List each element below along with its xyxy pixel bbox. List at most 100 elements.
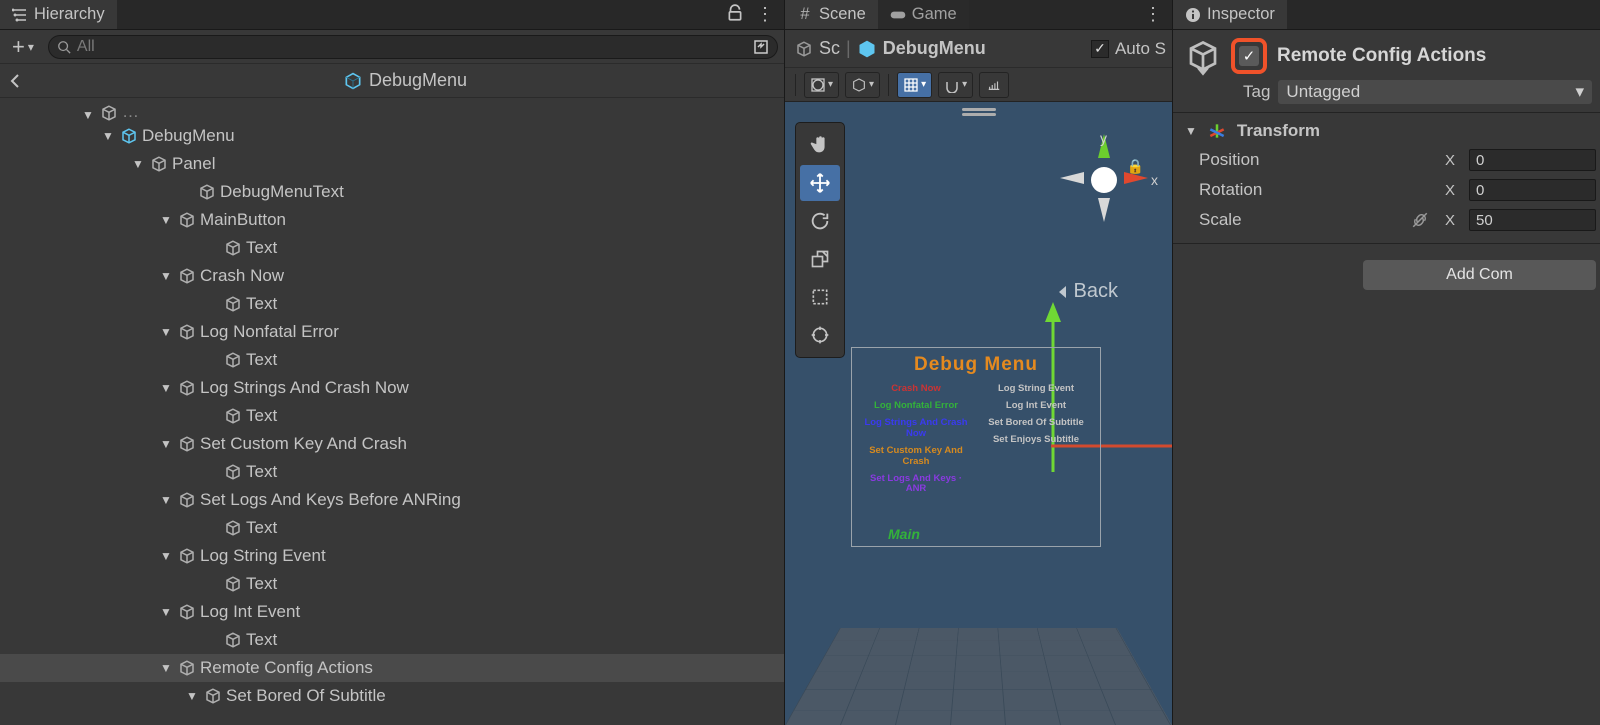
draw-mode-dropdown[interactable]: ▾: [845, 72, 880, 98]
add-component-button[interactable]: Add Com: [1363, 260, 1596, 290]
shading-dropdown[interactable]: ▾: [804, 72, 839, 98]
debug-menu-item[interactable]: Set Bored Of Subtitle: [980, 418, 1092, 429]
tree-row[interactable]: ▼Crash Now: [0, 262, 784, 290]
value-field[interactable]: 0: [1469, 149, 1596, 171]
search-placeholder: All: [77, 38, 95, 56]
tree-row[interactable]: Text: [0, 402, 784, 430]
tree-row[interactable]: ▼Log String Event: [0, 542, 784, 570]
breadcrumb-label[interactable]: DebugMenu: [369, 70, 467, 91]
hierarchy-tab[interactable]: Hierarchy: [0, 0, 117, 29]
debug-menu-object[interactable]: Debug Menu Crash NowLog Nonfatal ErrorLo…: [851, 347, 1101, 547]
value-field[interactable]: 50: [1469, 209, 1596, 231]
property-label: Position: [1199, 150, 1399, 170]
scene-bc-right[interactable]: DebugMenu: [883, 38, 986, 59]
foldout-icon[interactable]: ▼: [158, 213, 174, 227]
hand-tool[interactable]: [800, 127, 840, 163]
tree-row[interactable]: DebugMenuText: [0, 178, 784, 206]
lock-icon[interactable]: [726, 4, 744, 25]
debug-menu-item[interactable]: Crash Now: [860, 384, 972, 395]
cube-icon: [178, 211, 196, 229]
scene-viewport[interactable]: y x 🔒 Back Debug Menu Crash NowLog Nonfa…: [785, 102, 1172, 725]
foldout-icon[interactable]: ▼: [100, 129, 116, 143]
gameobject-icon[interactable]: [1185, 38, 1221, 74]
increment-snap[interactable]: [979, 72, 1009, 98]
orientation-gizmo[interactable]: y x: [1058, 132, 1150, 224]
snap-toggle[interactable]: ▾: [938, 72, 973, 98]
debug-menu-main[interactable]: Main: [860, 526, 1092, 542]
foldout-icon[interactable]: ▼: [158, 661, 174, 675]
kebab-icon[interactable]: ⋮: [756, 4, 774, 25]
foldout-icon[interactable]: ▼: [158, 437, 174, 451]
tree-row[interactable]: Text: [0, 458, 784, 486]
foldout-icon[interactable]: ▼: [158, 269, 174, 283]
tree-row[interactable]: ▼MainButton: [0, 206, 784, 234]
foldout-icon[interactable]: ▼: [158, 493, 174, 507]
foldout-icon[interactable]: ▼: [184, 689, 200, 703]
link-icon[interactable]: [1409, 211, 1431, 229]
tree-row[interactable]: ▼Set Bored Of Subtitle: [0, 682, 784, 710]
debug-menu-item[interactable]: Log Int Event: [980, 401, 1092, 412]
tree-row[interactable]: Text: [0, 626, 784, 654]
debug-menu-item[interactable]: Log Nonfatal Error: [860, 401, 972, 412]
auto-save-checkbox[interactable]: ✓ Auto S: [1091, 39, 1166, 59]
debug-menu-item[interactable]: Set Custom Key And Crash: [860, 446, 972, 468]
foldout-icon[interactable]: ▼: [158, 381, 174, 395]
tree-row[interactable]: ▼ Log Strings And Crash Now: [0, 374, 784, 402]
tree-item-label: Log Strings And Crash Now: [200, 378, 409, 398]
move-tool[interactable]: [800, 165, 840, 201]
debug-menu-item[interactable]: Set Logs And Keys · ANR: [860, 474, 972, 496]
object-name-field[interactable]: Remote Config Actions: [1277, 45, 1486, 67]
tree-row[interactable]: Text: [0, 234, 784, 262]
tree-row[interactable]: ▼Panel: [0, 150, 784, 178]
transform-component-header[interactable]: ▼ Transform: [1173, 113, 1600, 149]
cube-icon: [224, 407, 242, 425]
tag-dropdown[interactable]: Untagged ▾: [1278, 80, 1592, 104]
foldout-icon: ▼: [1185, 124, 1197, 138]
kebab-icon[interactable]: ⋮: [1134, 4, 1172, 25]
foldout-icon[interactable]: ▼: [130, 157, 146, 171]
debug-menu-item[interactable]: Log String Event: [980, 384, 1092, 395]
tree-row[interactable]: Text: [0, 346, 784, 374]
foldout-icon[interactable]: ▼: [158, 605, 174, 619]
scene-bc-left[interactable]: Sc: [819, 38, 840, 59]
inspector-panel: Inspector ✓ Remote Config Actions Tag Un…: [1173, 0, 1600, 725]
grid-toggle[interactable]: ▾: [897, 72, 932, 98]
tree-row[interactable]: ▼Remote Config Actions: [0, 654, 784, 682]
debug-menu-item[interactable]: Set Enjoys Subtitle: [980, 435, 1092, 446]
tree-row[interactable]: Text: [0, 290, 784, 318]
scene-tab-icon: #: [797, 7, 813, 23]
inspector-tab[interactable]: Inspector: [1173, 0, 1287, 29]
rect-tool[interactable]: [800, 279, 840, 315]
tree-row[interactable]: ▼Set Logs And Keys Before ANRing: [0, 486, 784, 514]
game-tab[interactable]: Game: [878, 0, 969, 29]
tree-row[interactable]: Text: [0, 514, 784, 542]
breadcrumb-back[interactable]: [8, 73, 24, 89]
tree-row[interactable]: ▼…: [0, 100, 784, 122]
checkbox-icon: ✓: [1091, 40, 1109, 58]
tree-row[interactable]: ▼Log Nonfatal Error: [0, 318, 784, 346]
create-button[interactable]: + ▾: [6, 34, 40, 60]
foldout-icon[interactable]: ▼: [158, 325, 174, 339]
value-field[interactable]: 0: [1469, 179, 1596, 201]
back-button-object[interactable]: Back: [1056, 280, 1118, 303]
gizmo-lock-icon[interactable]: 🔒: [1127, 158, 1144, 175]
rotate-tool[interactable]: [800, 203, 840, 239]
transform-tool[interactable]: [800, 317, 840, 353]
tree-row[interactable]: Text: [0, 570, 784, 598]
drag-handle-icon[interactable]: [962, 108, 996, 111]
enabled-checkbox[interactable]: ✓: [1239, 46, 1259, 66]
search-expand-icon[interactable]: [753, 39, 769, 55]
scene-tab[interactable]: # Scene: [785, 0, 878, 29]
axis-x-label: x: [1151, 172, 1158, 188]
cube-icon: [178, 603, 196, 621]
tree-row[interactable]: ▼DebugMenu: [0, 122, 784, 150]
cube-icon: [150, 155, 168, 173]
hierarchy-tree[interactable]: ▼…▼DebugMenu▼PanelDebugMenuText▼MainButt…: [0, 98, 784, 725]
tree-row[interactable]: ▼Log Int Event: [0, 598, 784, 626]
tree-row[interactable]: ▼Set Custom Key And Crash: [0, 430, 784, 458]
debug-menu-item[interactable]: Log Strings And Crash Now: [860, 418, 972, 440]
tool-palette: [795, 122, 845, 358]
foldout-icon[interactable]: ▼: [158, 549, 174, 563]
hierarchy-search[interactable]: All: [48, 35, 778, 59]
scale-tool[interactable]: [800, 241, 840, 277]
